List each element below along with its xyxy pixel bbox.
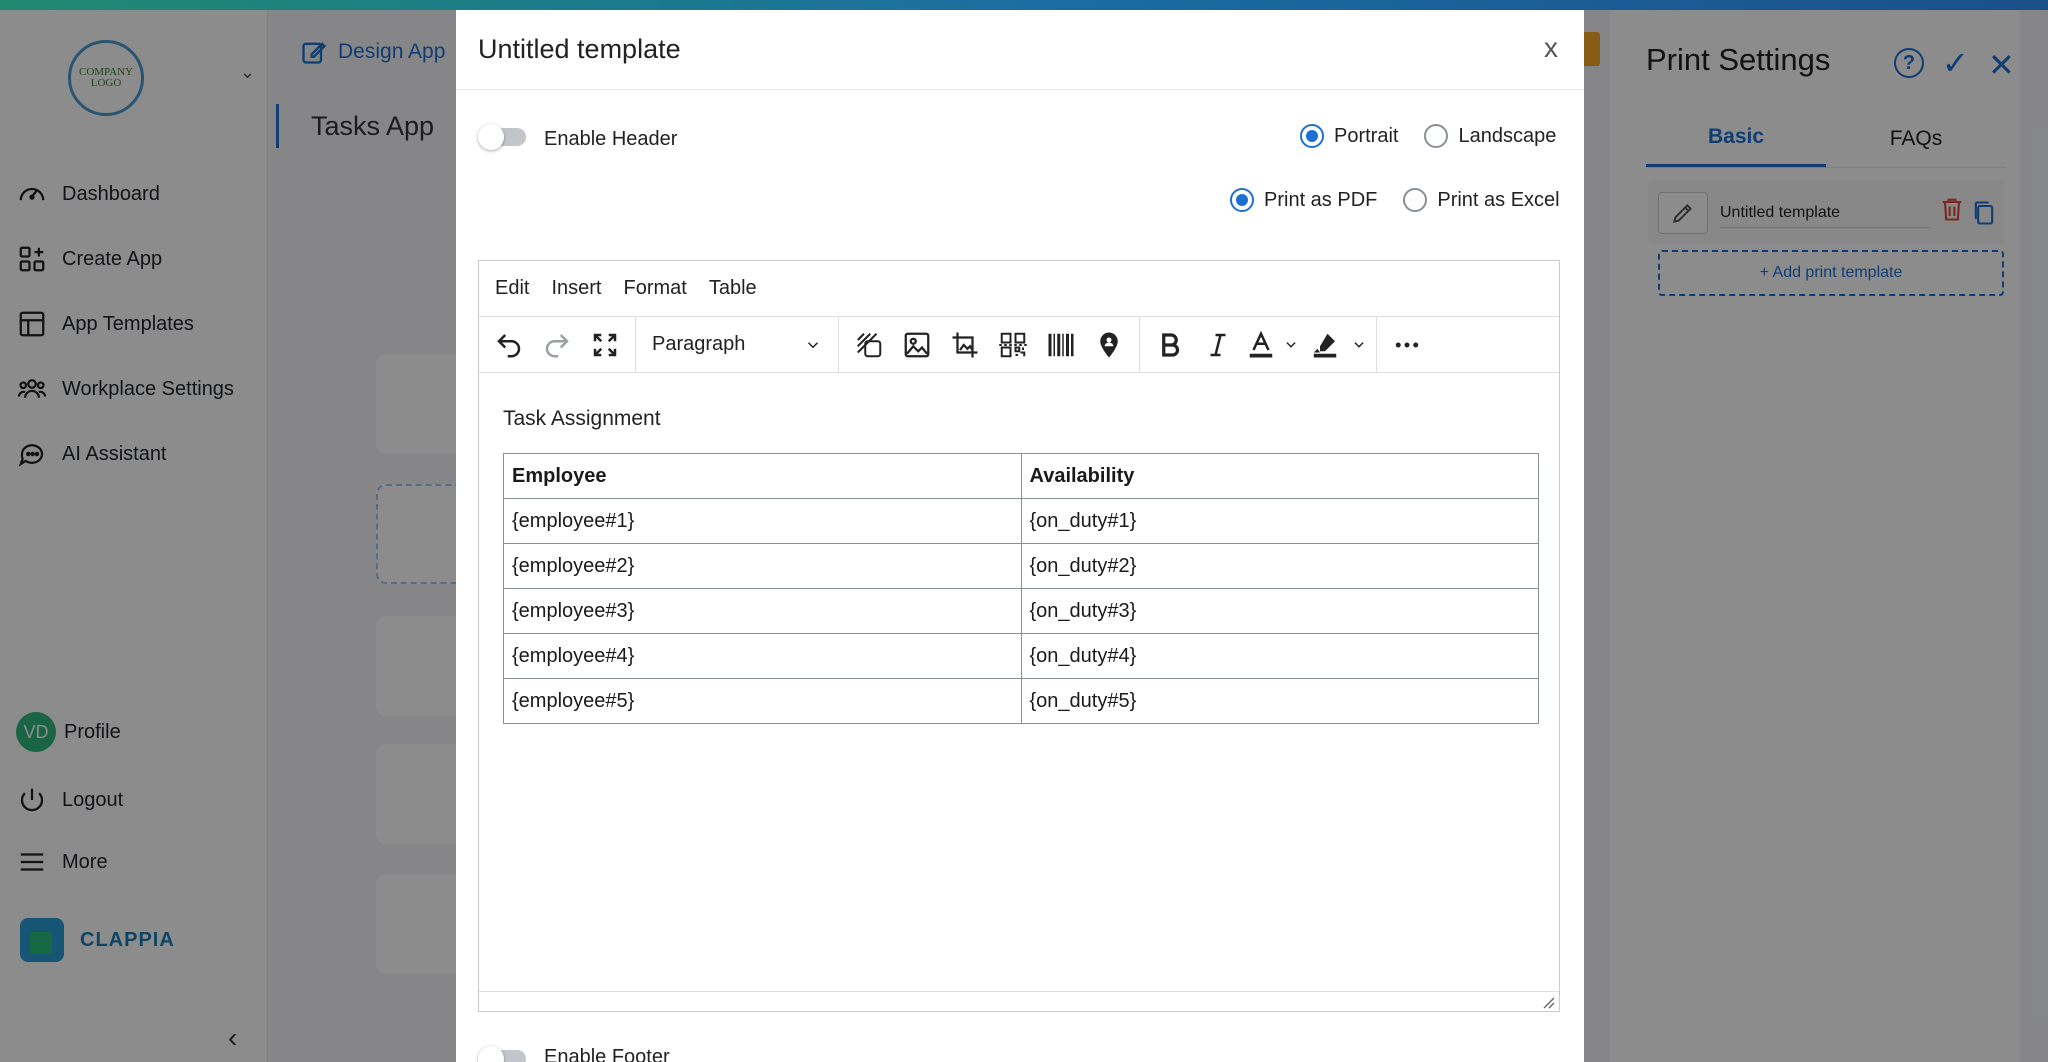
italic-icon[interactable] bbox=[1194, 323, 1242, 367]
barcode-icon[interactable] bbox=[1037, 323, 1085, 367]
table-cell[interactable]: {on_duty#4} bbox=[1020, 633, 1539, 679]
table-cell[interactable]: {employee#4} bbox=[503, 633, 1022, 679]
chevron-down-icon bbox=[807, 341, 819, 348]
location-pin-icon[interactable] bbox=[1085, 323, 1133, 367]
table-row: {employee#2} {on_duty#2} bbox=[503, 543, 1539, 589]
table-row: {employee#3} {on_duty#3} bbox=[503, 588, 1539, 634]
undo-icon[interactable] bbox=[485, 323, 533, 367]
table-cell[interactable]: {on_duty#1} bbox=[1020, 498, 1539, 544]
landscape-radio[interactable]: Landscape bbox=[1424, 124, 1556, 148]
chevron-down-icon[interactable] bbox=[1348, 338, 1370, 352]
resize-handle-icon[interactable] bbox=[1541, 995, 1555, 1009]
insert-group bbox=[839, 316, 1140, 373]
fullscreen-icon[interactable] bbox=[581, 323, 629, 367]
block-format-select[interactable]: Paragraph bbox=[642, 323, 832, 367]
table-cell[interactable]: {on_duty#3} bbox=[1020, 588, 1539, 634]
enable-footer-label: Enable Footer bbox=[544, 1046, 670, 1062]
close-button[interactable]: x bbox=[1544, 32, 1558, 64]
highlight-color-icon[interactable] bbox=[1302, 323, 1348, 367]
toggle-knob bbox=[478, 1046, 504, 1062]
enable-header-toggle[interactable] bbox=[478, 124, 528, 150]
editor-content[interactable]: Task Assignment Employee Availability {e… bbox=[479, 373, 1559, 953]
modal-title: Untitled template bbox=[478, 34, 681, 64]
table-row: {employee#5} {on_duty#5} bbox=[503, 678, 1539, 724]
assignment-table[interactable]: Employee Availability {employee#1} {on_d… bbox=[503, 453, 1539, 724]
table-header-row: Employee Availability bbox=[503, 453, 1539, 499]
print-as-pdf-label: Print as PDF bbox=[1264, 188, 1378, 211]
redo-icon[interactable] bbox=[533, 323, 581, 367]
print-as-excel-radio[interactable]: Print as Excel bbox=[1403, 188, 1560, 212]
block-format-value: Paragraph bbox=[652, 333, 746, 355]
table-cell[interactable]: {employee#5} bbox=[503, 678, 1022, 724]
text-style-group bbox=[1140, 316, 1377, 373]
print-as-excel-label: Print as Excel bbox=[1437, 188, 1560, 211]
menu-insert[interactable]: Insert bbox=[551, 277, 601, 300]
enable-footer-toggle[interactable] bbox=[478, 1046, 528, 1062]
table-cell[interactable]: {on_duty#5} bbox=[1020, 678, 1539, 724]
rich-text-editor: Edit Insert Format Table Paragraph Task … bbox=[478, 260, 1560, 1012]
landscape-label: Landscape bbox=[1458, 124, 1557, 147]
placeholder-field-icon[interactable] bbox=[845, 323, 893, 367]
crop-image-icon[interactable] bbox=[941, 323, 989, 367]
editor-statusbar bbox=[479, 991, 1559, 1011]
format-radio-group: Print as PDF Print as Excel bbox=[1216, 188, 1560, 212]
image-icon[interactable] bbox=[893, 323, 941, 367]
block-format-group: Paragraph bbox=[636, 316, 839, 373]
table-cell[interactable]: {employee#3} bbox=[503, 588, 1022, 634]
modal-header: Untitled template x bbox=[456, 10, 1584, 90]
radio-unselected bbox=[1424, 124, 1449, 148]
print-as-pdf-radio[interactable]: Print as PDF bbox=[1230, 188, 1377, 212]
table-cell[interactable]: {employee#1} bbox=[503, 498, 1022, 544]
menu-edit[interactable]: Edit bbox=[495, 277, 529, 300]
enable-header-label: Enable Header bbox=[544, 128, 678, 150]
portrait-radio[interactable]: Portrait bbox=[1300, 124, 1398, 148]
table-row: {employee#4} {on_duty#4} bbox=[503, 633, 1539, 679]
more-horizontal-icon[interactable] bbox=[1383, 323, 1431, 367]
table-header-cell[interactable]: Employee bbox=[503, 453, 1022, 499]
radio-selected bbox=[1300, 124, 1324, 148]
table-cell[interactable]: {employee#2} bbox=[503, 543, 1022, 589]
radio-unselected bbox=[1403, 188, 1428, 212]
more-group bbox=[1377, 317, 1437, 373]
chevron-down-icon[interactable] bbox=[1280, 338, 1302, 352]
menu-format[interactable]: Format bbox=[624, 277, 687, 300]
bold-icon[interactable] bbox=[1146, 323, 1194, 367]
text-color-icon[interactable] bbox=[1242, 323, 1280, 367]
toggle-knob bbox=[478, 124, 504, 150]
top-accent-bar bbox=[0, 0, 2048, 10]
editor-toolbar: Paragraph bbox=[479, 316, 1559, 373]
history-group bbox=[479, 316, 636, 373]
menu-table[interactable]: Table bbox=[709, 277, 757, 300]
template-editor-modal: Untitled template x Enable Header Portra… bbox=[456, 10, 1584, 1062]
orientation-radio-group: Portrait Landscape bbox=[1286, 124, 1556, 148]
table-cell[interactable]: {on_duty#2} bbox=[1020, 543, 1539, 589]
qr-code-icon[interactable] bbox=[989, 323, 1037, 367]
portrait-label: Portrait bbox=[1334, 124, 1399, 147]
table-header-cell[interactable]: Availability bbox=[1020, 453, 1539, 499]
document-heading[interactable]: Task Assignment bbox=[503, 407, 661, 431]
editor-menubar: Edit Insert Format Table bbox=[479, 261, 1559, 317]
table-row: {employee#1} {on_duty#1} bbox=[503, 498, 1539, 544]
radio-selected bbox=[1230, 188, 1254, 212]
